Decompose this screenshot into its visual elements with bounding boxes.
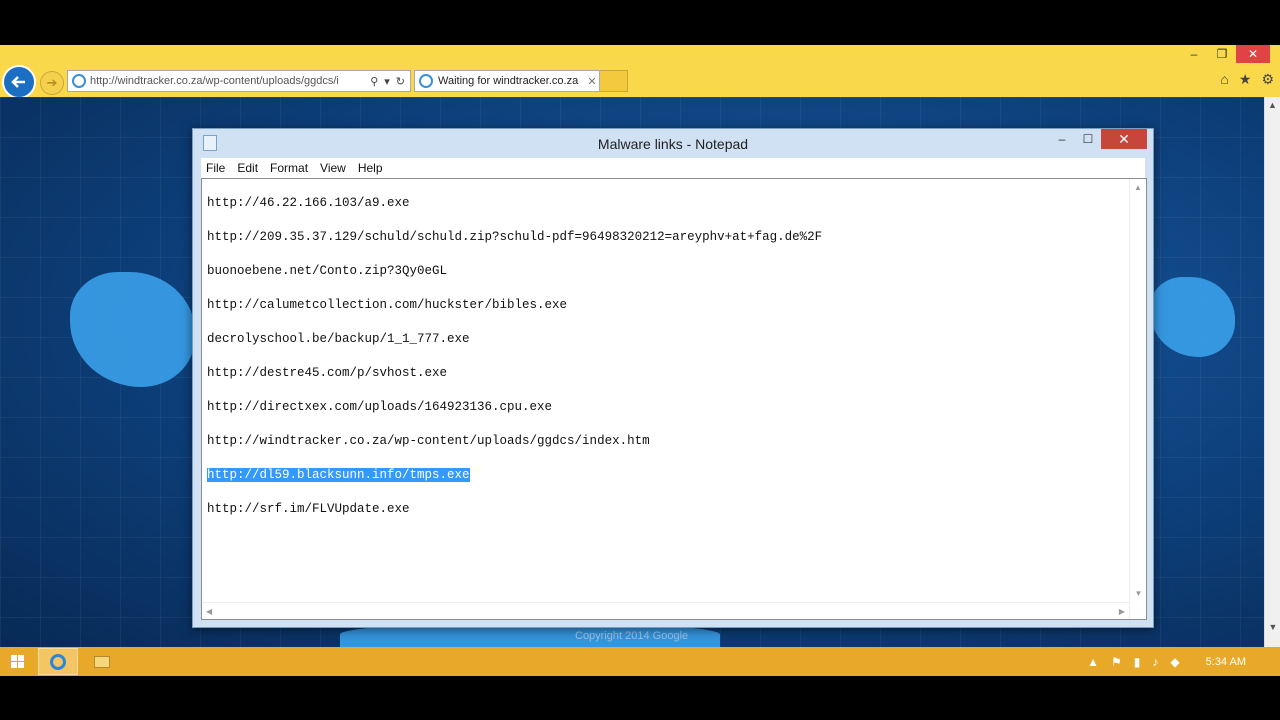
folder-icon (94, 655, 110, 668)
notepad-minimize-button[interactable]: – (1049, 129, 1075, 149)
notepad-line[interactable] (207, 348, 822, 365)
system-tray: ▲ ⚑ ▮ ♪ ◆ 5:34 AM (1087, 647, 1280, 676)
home-icon[interactable]: ⌂ (1220, 71, 1228, 88)
network-icon[interactable]: ▮ (1134, 655, 1141, 669)
taskbar-ie-button[interactable] (38, 648, 78, 675)
scroll-right-icon[interactable]: ▶ (1119, 603, 1125, 619)
browser-window-controls: – ❐ ✕ (1180, 45, 1270, 63)
address-bar[interactable]: http://windtracker.co.za/wp-content/uplo… (67, 70, 411, 92)
taskbar-explorer-button[interactable] (82, 648, 122, 675)
tray-expand-icon[interactable]: ▲ (1087, 655, 1099, 669)
notepad-line[interactable]: http://dl59.blacksunn.info/tmps.exe (207, 467, 822, 484)
scroll-left-icon[interactable]: ◀ (206, 603, 212, 619)
ie-icon (72, 74, 86, 88)
scroll-up-icon[interactable]: ▲ (1130, 179, 1146, 196)
notepad-line-text: http://209.35.37.129/schuld/schuld.zip?s… (207, 230, 823, 244)
back-arrow-icon (11, 76, 25, 88)
notepad-line-text: http://destre45.com/p/svhost.exe (207, 366, 448, 380)
notepad-line-text: http://calumetcollection.com/huckster/bi… (207, 298, 568, 312)
notepad-line[interactable] (207, 416, 822, 433)
notepad-line[interactable]: http://destre45.com/p/svhost.exe (207, 365, 822, 382)
tab-title: Waiting for windtracker.co.za (438, 75, 579, 87)
notepad-menu-bar: File Edit Format View Help (201, 158, 1145, 178)
notepad-horizontal-scrollbar[interactable]: ◀ ▶ (202, 602, 1129, 619)
menu-view[interactable]: View (320, 161, 354, 175)
notepad-title-bar[interactable]: Malware links - Notepad – ☐ ✕ (193, 129, 1153, 157)
restore-button[interactable]: ❐ (1208, 45, 1236, 63)
notepad-line[interactable]: http://windtracker.co.za/wp-content/uplo… (207, 433, 822, 450)
ie-icon (419, 74, 433, 88)
menu-format[interactable]: Format (270, 161, 316, 175)
notepad-line-text: http://windtracker.co.za/wp-content/uplo… (207, 434, 650, 448)
close-button[interactable]: ✕ (1236, 45, 1270, 63)
notepad-line[interactable] (207, 280, 822, 297)
notepad-line[interactable]: http://directxex.com/uploads/164923136.c… (207, 399, 822, 416)
notepad-line[interactable] (207, 246, 822, 263)
browser-tab[interactable]: Waiting for windtracker.co.za ✕ (414, 70, 600, 92)
notepad-line[interactable] (207, 484, 822, 501)
copyright-text: Copyright 2014 Google (575, 630, 689, 642)
scroll-up-icon[interactable]: ▲ (1265, 97, 1280, 113)
notepad-line[interactable] (207, 314, 822, 331)
notepad-line-text: decrolyschool.be/backup/1_1_777.exe (207, 332, 470, 346)
notepad-line-text: http://46.22.166.103/a9.exe (207, 196, 410, 210)
notepad-line[interactable] (207, 212, 822, 229)
taskbar: ▲ ⚑ ▮ ♪ ◆ 5:34 AM (0, 647, 1280, 676)
notepad-line[interactable]: http://calumetcollection.com/huckster/bi… (207, 297, 822, 314)
notepad-maximize-button[interactable]: ☐ (1075, 129, 1101, 149)
desktop-screen: – ❐ ✕ ➔ http://windtracker.co.za/wp-cont… (0, 0, 1280, 720)
notepad-line-text: http://srf.im/FLVUpdate.exe (207, 502, 410, 516)
notepad-text-area[interactable]: http://46.22.166.103/a9.exe http://209.35… (201, 178, 1147, 620)
notepad-line[interactable] (207, 450, 822, 467)
notepad-text-content[interactable]: http://46.22.166.103/a9.exe http://209.35… (207, 195, 822, 518)
notepad-line[interactable] (207, 382, 822, 399)
browser-toolbar: – ❐ ✕ ➔ http://windtracker.co.za/wp-cont… (0, 45, 1280, 99)
notepad-line-text: http://directxex.com/uploads/164923136.c… (207, 400, 553, 414)
notepad-line[interactable]: buonoebene.net/Conto.zip?3Qy0eGL (207, 263, 822, 280)
menu-help[interactable]: Help (358, 161, 391, 175)
start-button[interactable] (0, 647, 34, 676)
forward-button[interactable]: ➔ (40, 71, 64, 95)
scroll-down-icon[interactable]: ▼ (1265, 619, 1280, 635)
page-scrollbar[interactable]: ▲ ▼ (1264, 97, 1280, 647)
shield-icon[interactable]: ◆ (1170, 655, 1179, 669)
gear-icon[interactable]: ⚙ (1261, 71, 1274, 88)
forward-arrow-icon: ➔ (46, 75, 58, 90)
menu-file[interactable]: File (206, 161, 233, 175)
notepad-line[interactable]: decrolyschool.be/backup/1_1_777.exe (207, 331, 822, 348)
taskbar-clock[interactable]: 5:34 AM (1206, 656, 1246, 668)
menu-edit[interactable]: Edit (237, 161, 266, 175)
refresh-icon[interactable]: ↻ (396, 75, 405, 88)
ie-icon (50, 653, 66, 670)
address-bar-url[interactable]: http://windtracker.co.za/wp-content/uplo… (90, 75, 365, 87)
notepad-line-text: http://dl59.blacksunn.info/tmps.exe (207, 468, 470, 482)
search-icon[interactable]: ⚲ (370, 75, 378, 88)
windows-logo-icon (10, 655, 24, 668)
back-button[interactable] (2, 65, 36, 99)
notepad-title: Malware links - Notepad (597, 136, 749, 152)
notepad-close-button[interactable]: ✕ (1101, 129, 1147, 149)
notepad-line-text: buonoebene.net/Conto.zip?3Qy0eGL (207, 264, 448, 278)
new-tab-button[interactable] (600, 70, 628, 92)
minimize-button[interactable]: – (1180, 45, 1208, 63)
star-icon[interactable]: ★ (1239, 71, 1252, 88)
dropdown-icon[interactable]: ▾ (384, 75, 390, 88)
notepad-window: Malware links - Notepad – ☐ ✕ File Edit … (192, 128, 1154, 628)
scroll-down-icon[interactable]: ▼ (1130, 585, 1147, 602)
tab-close-icon[interactable]: ✕ (585, 75, 599, 88)
notepad-line[interactable]: http://46.22.166.103/a9.exe (207, 195, 822, 212)
action-center-icon[interactable]: ⚑ (1111, 655, 1122, 669)
volume-icon[interactable]: ♪ (1152, 655, 1158, 669)
notepad-line[interactable]: http://srf.im/FLVUpdate.exe (207, 501, 822, 518)
notepad-line[interactable]: http://209.35.37.129/schuld/schuld.zip?s… (207, 229, 822, 246)
notepad-vertical-scrollbar[interactable]: ▲ ▼ (1129, 179, 1146, 619)
